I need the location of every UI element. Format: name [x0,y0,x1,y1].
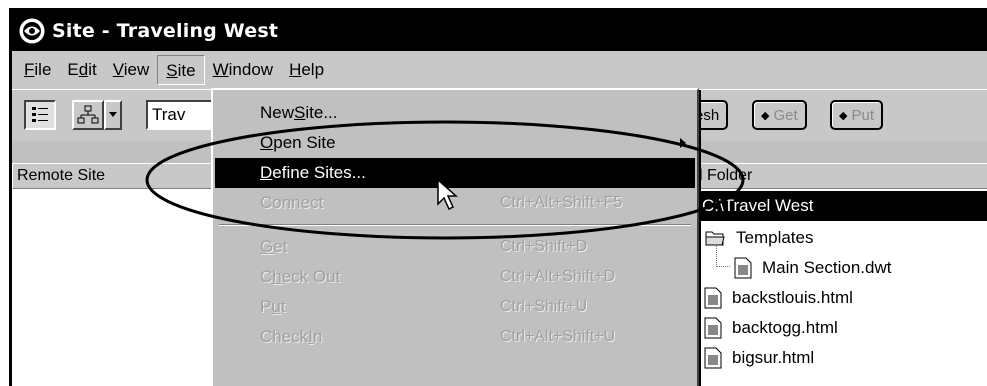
window-title: Site - Traveling West [52,20,279,42]
file-item[interactable]: bigsur.html [704,343,814,373]
menu-help[interactable]: Help [281,55,332,85]
put-button[interactable]: ◆ Put [830,100,883,130]
shortcut-label: Ctrl+Alt+Shift+U [500,328,616,345]
site-select[interactable]: Trav [146,100,216,130]
template-file-icon [734,257,752,279]
menu-edit[interactable]: Edit [59,55,104,85]
site-map-view-button[interactable] [72,100,104,130]
submenu-arrow-icon [680,138,686,148]
menu-bar: File Edit View Site Window Help [12,51,987,89]
html-file-icon [704,347,722,369]
site-map-dropdown-button[interactable] [104,100,122,130]
menu-site[interactable]: Site [157,55,205,85]
get-arrow-icon: ◆ [761,109,770,122]
get-button[interactable]: ◆ Get [752,100,807,130]
site-files-view-button[interactable] [24,100,56,130]
shortcut-label: Ctrl+Shift+D [500,238,588,255]
site-menu-dropdown: New Site... Open Site Define Sites... Co… [211,88,699,386]
put-arrow-icon: ◆ [839,109,848,122]
site-map-icon [77,105,99,124]
menu-file[interactable]: File [16,55,59,85]
menu-item-put[interactable]: Put Ctrl+Shift+U [215,292,695,322]
shortcut-label: Ctrl+Alt+Shift+D [500,268,616,285]
menu-item-define-sites[interactable]: Define Sites... [215,158,695,188]
menu-item-get[interactable]: Get Ctrl+Shift+D [215,232,695,262]
title-bar[interactable]: Site - Traveling West [12,11,987,51]
remote-site-header[interactable]: Remote Site [12,163,212,189]
html-file-icon [704,287,722,309]
shortcut-label: Ctrl+Shift+U [500,298,588,315]
local-folder-header[interactable]: l Folder [694,163,987,189]
shortcut-label: Ctrl+Alt+Shift+F5 [500,194,623,211]
menu-window[interactable]: Window [205,55,281,85]
file-item[interactable]: backtogg.html [704,313,838,343]
tree-connector [716,245,730,267]
menu-item-check-out[interactable]: Ch eck Out Ctrl+Alt+Shift+D [215,262,695,292]
chevron-down-icon [109,112,117,117]
app-window: Site - Traveling West File Edit View Sit… [9,8,987,386]
menu-separator [219,224,691,226]
remote-site-pane[interactable] [12,189,212,386]
menu-item-check-in[interactable]: Check In Ctrl+Alt+Shift+U [215,322,695,352]
local-folder-pane[interactable]: C:\Travel West Templates Main Section.dw… [694,189,987,386]
menu-item-connect[interactable]: Connect Ctrl+Alt+Shift+F5 [215,188,695,218]
menu-item-open-site[interactable]: Open Site [215,128,695,158]
html-file-icon [704,317,722,339]
template-file-item[interactable]: Main Section.dwt [734,253,891,283]
file-list-icon [32,107,48,122]
file-item[interactable]: backstlouis.html [704,283,853,313]
menu-view[interactable]: View [105,55,158,85]
local-root-folder[interactable]: C:\Travel West [694,191,987,221]
menu-item-new-site[interactable]: New Site... [215,98,695,128]
dreamweaver-app-icon [19,18,45,44]
